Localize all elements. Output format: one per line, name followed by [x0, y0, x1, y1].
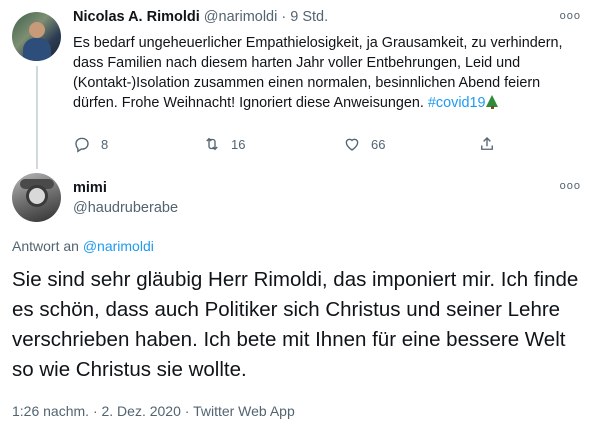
like-button[interactable]: 66	[343, 135, 385, 153]
tweet2-meta: 1:26 nachm. · 2. Dez. 2020 · Twitter Web…	[12, 403, 295, 419]
reply-button[interactable]: 8	[73, 135, 108, 153]
avatar-narimoldi[interactable]	[12, 12, 61, 61]
tweet1-hashtag[interactable]: #covid19	[428, 95, 486, 111]
tweet1-separator: ·	[281, 9, 287, 25]
reply-prefix: Antwort an	[12, 238, 83, 254]
retweet-count: 16	[231, 136, 246, 152]
reply-target-link[interactable]: @narimoldi	[83, 238, 154, 254]
reply-context: Antwort an @narimoldi	[12, 238, 154, 254]
like-count: 66	[371, 136, 386, 152]
like-icon	[345, 138, 359, 151]
share-icon	[481, 137, 493, 150]
tweet1-text: Es bedarf ungeheuerlicher Empathielosigk…	[73, 33, 578, 113]
avatar-body	[23, 38, 51, 61]
tweet1-actions: 8 16 66	[73, 135, 503, 155]
tweet1-time[interactable]: 9 Std.	[290, 9, 328, 25]
thread-line	[36, 66, 38, 169]
tweet1-display-name[interactable]: Nicolas A. Rimoldi	[73, 9, 200, 25]
tweet2-handle[interactable]: @haudruberabe	[73, 200, 178, 216]
retweet-icon	[206, 137, 218, 151]
reply-count: 8	[101, 136, 109, 152]
tweet1-header: Nicolas A. Rimoldi @narimoldi · 9 Std.	[73, 9, 328, 25]
avatar-face	[29, 22, 45, 38]
avatar-face	[26, 185, 48, 207]
retweet-button[interactable]: 16	[203, 135, 245, 153]
tweet2-text: Sie sind sehr gläubig Herr Rimoldi, das …	[12, 268, 579, 381]
share-button[interactable]	[478, 135, 506, 153]
tweet2-display-name[interactable]: mimi	[73, 180, 107, 196]
more-icon[interactable]: ooo	[560, 10, 581, 22]
more-icon[interactable]: ooo	[560, 180, 581, 192]
avatar-haudruberabe[interactable]	[12, 173, 61, 222]
reply-icon	[75, 137, 89, 153]
tweet1-handle[interactable]: @narimoldi	[204, 9, 278, 25]
tree-emoji-icon	[485, 95, 498, 109]
